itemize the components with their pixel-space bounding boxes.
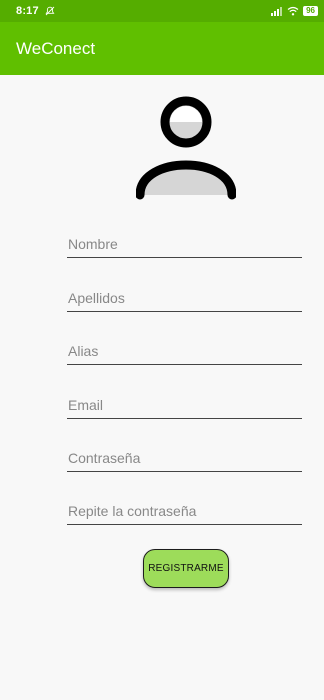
name-input[interactable] bbox=[67, 230, 302, 257]
email-input[interactable] bbox=[67, 391, 302, 418]
notification-off-icon bbox=[45, 6, 55, 16]
password-field[interactable] bbox=[67, 444, 302, 472]
surnames-field[interactable] bbox=[67, 284, 302, 312]
name-field[interactable] bbox=[67, 230, 302, 258]
repeat-password-field[interactable] bbox=[67, 497, 302, 525]
status-icons: 96 bbox=[271, 6, 318, 16]
password-input[interactable] bbox=[67, 444, 302, 471]
alias-field[interactable] bbox=[67, 337, 302, 365]
repeat-password-input[interactable] bbox=[67, 497, 302, 524]
battery-icon: 96 bbox=[303, 6, 318, 16]
status-time: 8:17 bbox=[16, 5, 39, 17]
register-button[interactable]: REGISTRARME bbox=[143, 549, 229, 588]
app-bar: WeConect bbox=[0, 22, 324, 75]
signal-icon bbox=[271, 7, 283, 16]
app-title: WeConect bbox=[16, 38, 96, 58]
surnames-input[interactable] bbox=[67, 284, 302, 311]
alias-input[interactable] bbox=[67, 337, 302, 364]
status-bar: 8:17 96 bbox=[0, 0, 324, 22]
email-field[interactable] bbox=[67, 391, 302, 419]
user-avatar-icon[interactable] bbox=[136, 95, 236, 200]
wifi-icon bbox=[287, 6, 299, 16]
screen: 8:17 96 WeConect Nombre Apellidos Alias … bbox=[0, 0, 324, 700]
